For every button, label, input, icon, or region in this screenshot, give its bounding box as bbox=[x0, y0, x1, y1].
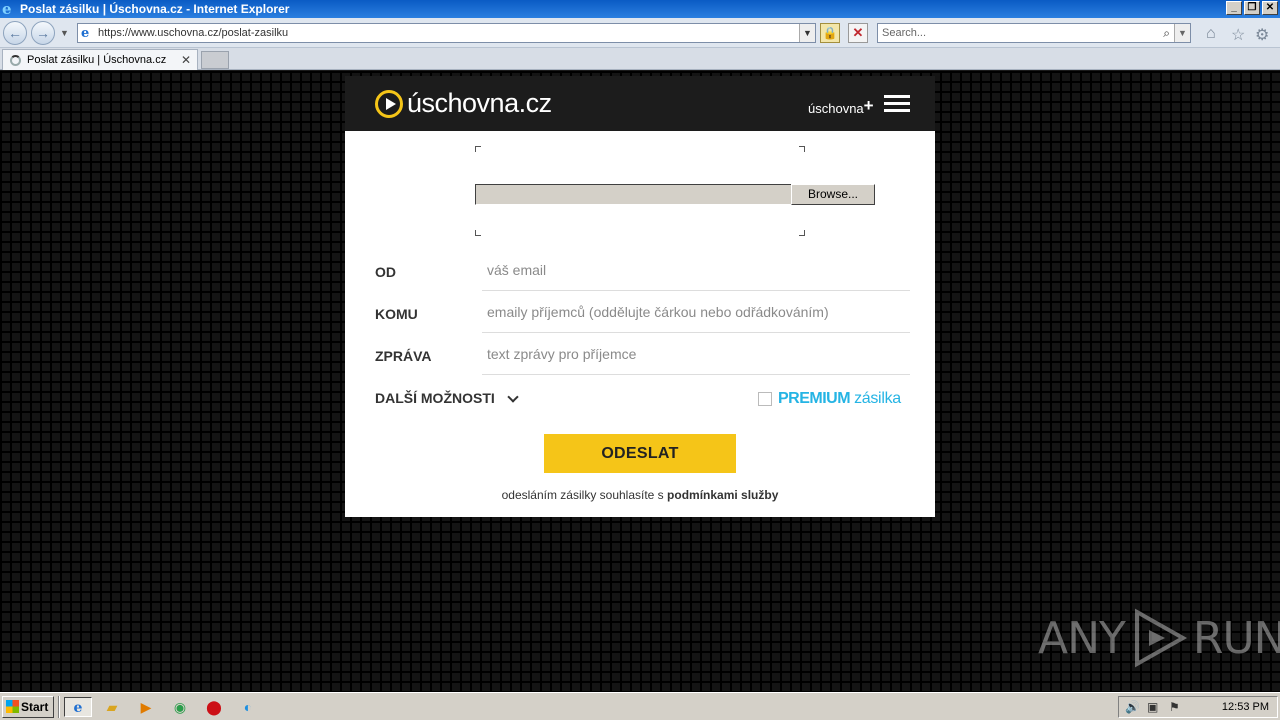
loading-spinner-icon bbox=[10, 55, 21, 66]
file-path-field[interactable] bbox=[475, 184, 793, 205]
internet-explorer-icon: e bbox=[2, 0, 12, 18]
send-button[interactable]: ODESLAT bbox=[544, 434, 736, 473]
message-row: ZPRÁVA bbox=[375, 334, 910, 376]
taskbar-opera-icon[interactable]: ⬤ bbox=[200, 697, 228, 717]
to-row: KOMU bbox=[375, 292, 910, 334]
system-tray: 🔊 ▣ ⚑ 12:53 PM bbox=[1118, 696, 1278, 718]
security-lock-icon[interactable]: 🔒 bbox=[820, 23, 840, 43]
browse-button[interactable]: Browse... bbox=[791, 184, 875, 205]
settings-gear-icon[interactable]: ⚙ bbox=[1255, 25, 1269, 45]
watermark-right: RUN bbox=[1192, 612, 1280, 664]
site-header: úschovna.cz úschovna+ bbox=[345, 76, 935, 131]
new-tab-button[interactable] bbox=[201, 51, 229, 69]
start-button[interactable]: Start bbox=[2, 696, 54, 718]
premium-checkbox[interactable] bbox=[758, 392, 772, 406]
forward-button[interactable]: → bbox=[31, 21, 55, 45]
to-emails-input[interactable] bbox=[482, 292, 910, 333]
uschovna-plus-label: úschovna bbox=[808, 101, 864, 116]
from-email-input[interactable] bbox=[482, 250, 910, 291]
address-dropdown-icon[interactable]: ▼ bbox=[799, 24, 815, 42]
close-window-button[interactable]: ✕ bbox=[1262, 1, 1278, 15]
search-icon[interactable]: ⌕ bbox=[1163, 24, 1170, 42]
page-ie-icon: e bbox=[81, 26, 90, 41]
window-title-bar: e Poslat zásilku | Úschovna.cz - Interne… bbox=[0, 0, 1280, 18]
browser-navigation-bar: ← → ▼ e https://www.uschovna.cz/poslat-z… bbox=[0, 18, 1280, 48]
maximize-button[interactable]: ❐ bbox=[1244, 1, 1260, 15]
windows-taskbar: Start e ▰ ▶ ◉ ⬤ ◐ 🔊 ▣ ⚑ 12:53 PM bbox=[0, 692, 1280, 720]
start-label: Start bbox=[21, 700, 49, 714]
address-url: https://www.uschovna.cz/poslat-zasilku bbox=[98, 27, 289, 39]
from-label: OD bbox=[375, 264, 396, 280]
taskbar-edge-icon[interactable]: ◐ bbox=[234, 697, 262, 717]
volume-icon[interactable]: 🔊 bbox=[1125, 700, 1140, 714]
window-title: Poslat zásilku | Úschovna.cz - Internet … bbox=[20, 2, 290, 16]
favorites-star-icon[interactable]: ☆ bbox=[1231, 25, 1245, 45]
search-placeholder: Search... bbox=[882, 27, 927, 39]
search-box[interactable]: Search... ⌕ ▼ bbox=[877, 23, 1191, 43]
anyrun-watermark: ANY RUN bbox=[1038, 608, 1280, 668]
taskbar-folder-icon[interactable]: ▰ bbox=[98, 697, 126, 717]
to-label: KOMU bbox=[375, 306, 418, 322]
site-logo[interactable]: úschovna.cz bbox=[375, 88, 552, 119]
logo-text: úschovna.cz bbox=[407, 88, 552, 118]
taskbar-chrome-icon[interactable]: ◉ bbox=[166, 697, 194, 717]
search-dropdown-icon[interactable]: ▼ bbox=[1174, 24, 1190, 42]
window-controls: _ ❐ ✕ bbox=[1226, 1, 1278, 15]
taskbar-separator bbox=[58, 696, 60, 718]
watermark-play-icon bbox=[1134, 608, 1187, 668]
minimize-button[interactable]: _ bbox=[1226, 1, 1242, 15]
tab-poslat-zasilku[interactable]: Poslat zásilku | Úschovna.cz ✕ bbox=[2, 49, 198, 70]
logo-play-icon bbox=[375, 89, 403, 118]
network-icon[interactable]: ▣ bbox=[1147, 700, 1158, 714]
taskbar-clock[interactable]: 12:53 PM bbox=[1222, 701, 1269, 713]
from-row: OD bbox=[375, 250, 910, 292]
message-label: ZPRÁVA bbox=[375, 348, 432, 364]
stop-button[interactable]: ✕ bbox=[848, 23, 868, 43]
terms-text: odesláním zásilky souhlasíte s podmínkam… bbox=[345, 488, 935, 502]
action-center-flag-icon[interactable]: ⚑ bbox=[1169, 700, 1180, 714]
home-icon[interactable]: ⌂ bbox=[1206, 25, 1216, 43]
chevron-down-icon bbox=[507, 391, 519, 403]
windows-flag-icon bbox=[6, 700, 19, 713]
history-dropdown-icon[interactable]: ▼ bbox=[60, 28, 69, 38]
more-options-toggle[interactable]: DALŠÍ MOŽNOSTI bbox=[375, 390, 519, 406]
premium-option[interactable]: PREMIUM zásilka bbox=[758, 390, 901, 408]
terms-prefix: odesláním zásilky souhlasíte s bbox=[501, 488, 668, 502]
taskbar-media-player-icon[interactable]: ▶ bbox=[132, 697, 160, 717]
uschovna-plus-link[interactable]: úschovna+ bbox=[808, 96, 874, 118]
upload-card: úschovna.cz úschovna+ Browse... OD KOMU … bbox=[345, 76, 935, 517]
plus-icon: + bbox=[863, 96, 874, 115]
taskbar-ie-icon[interactable]: e bbox=[64, 697, 92, 717]
tab-strip: Poslat zásilku | Úschovna.cz ✕ bbox=[0, 48, 1280, 70]
premium-label-strong: PREMIUM bbox=[778, 390, 851, 407]
tab-title: Poslat zásilku | Úschovna.cz bbox=[27, 54, 167, 66]
message-input[interactable] bbox=[482, 334, 910, 375]
more-options-label: DALŠÍ MOŽNOSTI bbox=[375, 390, 495, 406]
terms-link[interactable]: podmínkami služby bbox=[667, 488, 778, 502]
address-bar[interactable]: e https://www.uschovna.cz/poslat-zasilku… bbox=[77, 23, 816, 43]
watermark-left: ANY bbox=[1038, 612, 1126, 664]
menu-hamburger-icon[interactable] bbox=[884, 95, 910, 112]
tab-close-icon[interactable]: ✕ bbox=[181, 50, 191, 70]
premium-label-light: zásilka bbox=[854, 390, 901, 407]
back-button[interactable]: ← bbox=[3, 21, 27, 45]
